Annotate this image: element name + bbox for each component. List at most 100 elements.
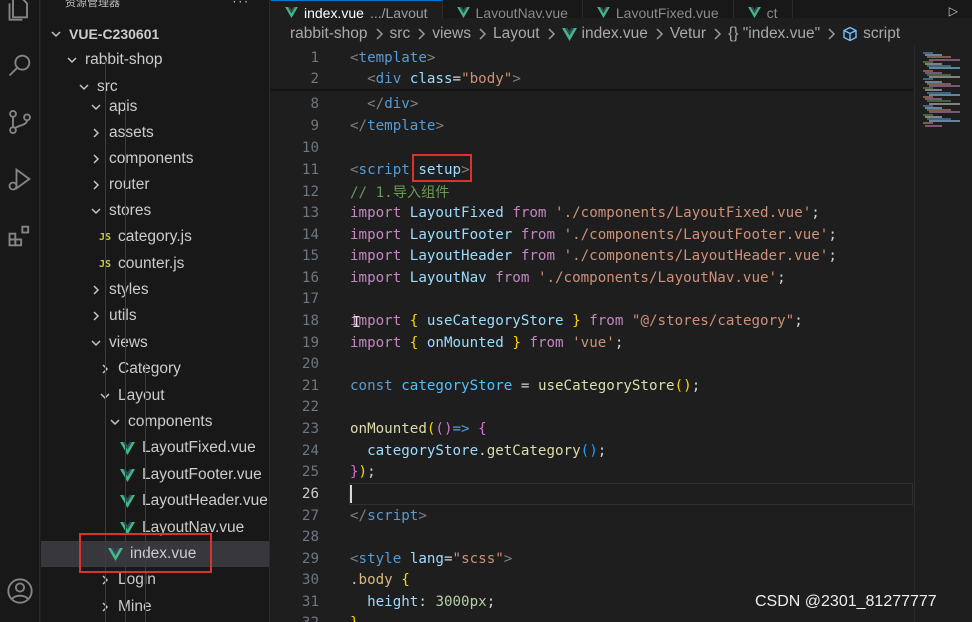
account-icon[interactable] (0, 571, 40, 611)
tree-item-layoutheader-vue[interactable]: LayoutHeader.vue (41, 488, 269, 514)
code-line[interactable]: 27 </script> (271, 505, 913, 527)
run-icon[interactable]: ▷ (949, 4, 958, 18)
code-token: './components/LayoutFooter.vue' (563, 226, 829, 243)
code-line[interactable]: 9 </template> (271, 115, 913, 137)
minimap[interactable] (914, 46, 972, 622)
code-token: } (350, 615, 359, 622)
code-line[interactable]: 32} (271, 612, 913, 622)
code-line[interactable]: 17 (271, 288, 913, 310)
code-token: import (350, 269, 402, 286)
code-token: from (529, 334, 564, 351)
tree-item-assets[interactable]: assets (41, 120, 269, 146)
setup-highlight-box (412, 154, 472, 182)
line-number: 31 (301, 593, 319, 610)
tab-layoutfixed-vue[interactable]: LayoutFixed.vue (583, 0, 734, 18)
code-line[interactable]: 15 import LayoutHeader from './components… (271, 245, 913, 267)
code-line[interactable]: 18 import { useCategoryStore } from "@/st… (271, 310, 913, 332)
tree-item-label: styles (109, 281, 149, 298)
search-icon[interactable] (0, 45, 40, 85)
code-line[interactable]: 26 (271, 483, 913, 505)
code-line[interactable]: 2 <div class="body"> (271, 68, 913, 90)
tree-item-views[interactable]: views (41, 330, 269, 356)
code-line[interactable]: 19 import { onMounted } from 'vue'; (271, 332, 913, 354)
code-token: => (452, 420, 470, 437)
vue-file-icon (456, 7, 476, 18)
code-token: .body (350, 571, 393, 588)
source-control-icon[interactable] (0, 102, 40, 142)
code-line[interactable]: 14 import LayoutFooter from './components… (271, 224, 913, 246)
tree-item-vue-c230601[interactable]: VUE-C230601 (41, 21, 269, 47)
breadcrumb-item[interactable]: Vetur (670, 25, 706, 43)
code-line[interactable]: 16 import LayoutNav from './components/La… (271, 267, 913, 289)
code-line[interactable]: 11 <script setup> (271, 159, 913, 181)
tree-item-rabbit-shop[interactable]: rabbit-shop (41, 47, 269, 73)
tab-index-vue[interactable]: index.vue .../Layout (271, 0, 443, 18)
code-token: ; (614, 334, 624, 351)
code-line[interactable]: 23 onMounted(()=> { (271, 418, 913, 440)
code-text: <div class="body"> (350, 71, 521, 87)
line-number: 9 (310, 117, 319, 134)
breadcrumb-item[interactable]: src (390, 25, 411, 43)
tab-label: ct (766, 5, 778, 18)
code-line[interactable]: 13 import LayoutFixed from './components/… (271, 202, 913, 224)
line-number: 28 (301, 528, 319, 545)
tab-layoutnav-vue[interactable]: LayoutNav.vue (443, 0, 583, 18)
code-token: useCategoryStore (426, 312, 564, 329)
code-line[interactable]: 29 <style lang="scss"> (271, 548, 913, 570)
tree-item-components[interactable]: components (41, 409, 269, 435)
vue-file-icon (285, 7, 304, 18)
tree-item-router[interactable]: router (41, 172, 269, 198)
code-line[interactable]: 22 (271, 396, 913, 418)
code-line[interactable]: 8 </div> (271, 93, 913, 115)
code-token: > (409, 95, 419, 112)
tree-item-apis[interactable]: apis (41, 94, 269, 120)
code-line[interactable]: 28 (271, 526, 913, 548)
breadcrumb-item[interactable]: rabbit-shop (290, 25, 368, 43)
tree-item-category-js[interactable]: JScategory.js (41, 224, 269, 250)
code-line[interactable]: 12 // 1.导入组件 (271, 181, 913, 203)
vue-file-icon (120, 468, 135, 482)
code-line[interactable]: 20 (271, 353, 913, 375)
minimap-line (929, 76, 960, 79)
code-line[interactable]: 25}); (271, 461, 913, 483)
run-debug-icon[interactable] (0, 159, 40, 199)
code-token: lang (409, 550, 444, 567)
code-text: } (350, 615, 359, 622)
code-line[interactable]: 10 (271, 137, 913, 159)
code-text: .body { (350, 572, 410, 588)
breadcrumb-item[interactable]: Layout (493, 25, 540, 43)
indent-guide (145, 362, 146, 622)
tree-item-category[interactable]: Category (41, 356, 269, 382)
chevron-down-icon (89, 204, 103, 218)
explorer-icon[interactable] (0, 0, 40, 28)
tree-item-layoutfixed-vue[interactable]: LayoutFixed.vue (41, 435, 269, 461)
minimap-line (929, 85, 960, 87)
tree-item-layoutfooter-vue[interactable]: LayoutFooter.vue (41, 462, 269, 488)
code-line[interactable]: 1 <template> (271, 47, 913, 69)
code-line[interactable]: 21 const categoryStore = useCategoryStore… (271, 375, 913, 397)
more-actions-icon[interactable]: ··· (233, 0, 250, 9)
code-line[interactable]: 24 categoryStore.getCategory(); (271, 440, 913, 462)
tree-item-counter-js[interactable]: JScounter.js (41, 251, 269, 277)
tree-item-mine[interactable]: Mine (41, 594, 269, 620)
breadcrumb-item[interactable]: index.vue (582, 25, 648, 43)
tree-item-label: VUE-C230601 (69, 26, 160, 42)
tree-item-label: utils (109, 307, 137, 324)
code-token: template (358, 49, 427, 66)
tree-item-utils[interactable]: utils (41, 303, 269, 329)
tree-item-components[interactable]: components (41, 146, 269, 172)
breadcrumb-item[interactable]: views (432, 25, 471, 43)
breadcrumb-item[interactable]: script (863, 25, 900, 43)
tree-item-stores[interactable]: stores (41, 198, 269, 224)
extensions-icon[interactable] (0, 216, 40, 256)
tree-item-label: LayoutFooter.vue (142, 466, 262, 483)
breadcrumb-item[interactable]: {} "index.vue" (728, 25, 820, 43)
code-line[interactable]: 30 .body { (271, 569, 913, 591)
tree-item-label: Category (118, 360, 181, 377)
vue-file-icon (561, 27, 582, 41)
tab-overflow[interactable]: ct (734, 0, 793, 18)
tree-item-layout[interactable]: Layout (41, 383, 269, 409)
index-vue-highlight-box (79, 533, 212, 573)
tree-item-styles[interactable]: styles (41, 277, 269, 303)
